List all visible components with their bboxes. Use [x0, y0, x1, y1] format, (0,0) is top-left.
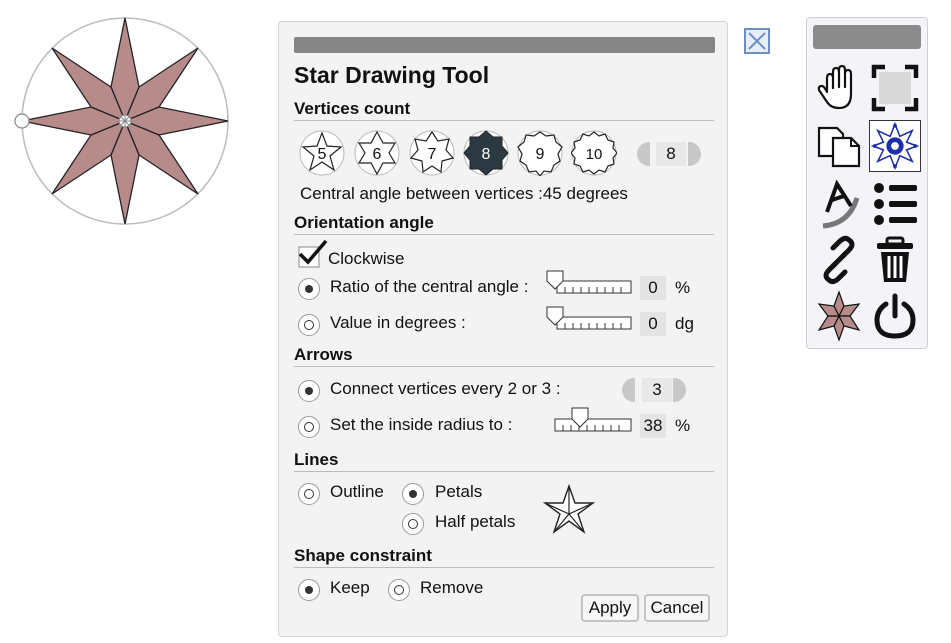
dialog-drag-bar[interactable]: [294, 37, 715, 53]
svg-text:6: 6: [373, 146, 382, 163]
toolbar-drag-bar[interactable]: [813, 25, 921, 49]
close-icon: [748, 32, 766, 50]
degrees-label: Value in degrees :: [330, 313, 466, 332]
vertex-option-10[interactable]: 10: [571, 130, 617, 176]
constraint-heading: Shape constraint: [294, 546, 714, 568]
clockwise-label: Clockwise: [328, 249, 405, 268]
ratio-slider[interactable]: [545, 270, 635, 296]
close-button[interactable]: [744, 28, 770, 54]
petals-preview-icon: [543, 484, 595, 534]
connect-increment[interactable]: [673, 378, 686, 402]
fullscreen-icon[interactable]: [869, 62, 921, 114]
central-angle-text: Central angle between vertices :45 degre…: [300, 184, 628, 203]
arrows-heading: Arrows: [294, 345, 714, 367]
half-petals-radio[interactable]: [402, 513, 424, 535]
vertices-heading: Vertices count: [294, 99, 714, 121]
degrees-radio[interactable]: [298, 314, 320, 336]
star-drawing-dialog: Star Drawing Tool Vertices count 5 6 7 8…: [278, 21, 728, 637]
outline-radio[interactable]: [298, 483, 320, 505]
vertex-option-8[interactable]: 8: [463, 130, 509, 176]
degrees-unit: dg: [675, 314, 694, 333]
tool-palette: [806, 17, 928, 349]
power-icon[interactable]: [869, 290, 921, 342]
svg-text:10: 10: [586, 146, 603, 163]
lines-heading: Lines: [294, 450, 714, 472]
drawn-star-shape[interactable]: [12, 14, 236, 230]
keep-label: Keep: [330, 578, 370, 597]
degrees-slider[interactable]: [545, 306, 635, 332]
radius-slider[interactable]: [551, 406, 635, 434]
svg-text:5: 5: [318, 146, 327, 163]
petals-radio[interactable]: [402, 483, 424, 505]
remove-radio[interactable]: [388, 579, 410, 601]
degrees-value[interactable]: 0: [640, 312, 666, 336]
cancel-button[interactable]: Cancel: [644, 594, 710, 622]
radius-handle[interactable]: [14, 113, 30, 129]
trash-icon[interactable]: [869, 234, 921, 286]
ratio-radio[interactable]: [298, 278, 320, 300]
outline-label: Outline: [330, 482, 384, 501]
radius-radio[interactable]: [298, 416, 320, 438]
svg-text:8: 8: [482, 146, 491, 163]
connect-radio[interactable]: [298, 380, 320, 402]
star-shape-icon[interactable]: [813, 290, 865, 342]
connect-label: Connect vertices every 2 or 3 :: [330, 379, 561, 398]
svg-text:9: 9: [536, 146, 545, 163]
clockwise-checkbox[interactable]: [296, 239, 330, 269]
dialog-title: Star Drawing Tool: [294, 62, 490, 88]
vertices-spinner-value[interactable]: 8: [656, 142, 686, 166]
text-arc-icon[interactable]: [813, 178, 865, 230]
radius-value[interactable]: 38: [640, 414, 666, 438]
star-tool-button[interactable]: [869, 120, 921, 172]
vertices-increment[interactable]: [688, 142, 701, 166]
apply-button[interactable]: Apply: [581, 594, 639, 622]
list-icon[interactable]: [869, 178, 921, 230]
hand-icon[interactable]: [813, 62, 865, 114]
radius-unit: %: [675, 416, 691, 435]
vertex-option-7[interactable]: 7: [409, 130, 455, 176]
vertex-option-9[interactable]: 9: [517, 130, 563, 176]
link-icon[interactable]: [813, 234, 865, 286]
connect-value[interactable]: 3: [642, 378, 672, 402]
vertex-option-5[interactable]: 5: [299, 130, 345, 176]
svg-text:7: 7: [428, 146, 437, 163]
ratio-unit: %: [675, 278, 691, 297]
ratio-value[interactable]: 0: [640, 276, 666, 300]
remove-label: Remove: [420, 578, 484, 597]
keep-radio[interactable]: [298, 579, 320, 601]
copy-icon[interactable]: [813, 120, 865, 172]
orientation-heading: Orientation angle: [294, 213, 714, 235]
star-tool-icon: [870, 121, 920, 171]
connect-decrement[interactable]: [622, 378, 635, 402]
petals-label: Petals: [435, 482, 483, 501]
ratio-label: Ratio of the central angle :: [330, 277, 529, 296]
vertices-decrement[interactable]: [637, 142, 650, 166]
radius-label: Set the inside radius to :: [330, 415, 513, 434]
half-petals-label: Half petals: [435, 512, 516, 531]
vertex-option-6[interactable]: 6: [354, 130, 400, 176]
